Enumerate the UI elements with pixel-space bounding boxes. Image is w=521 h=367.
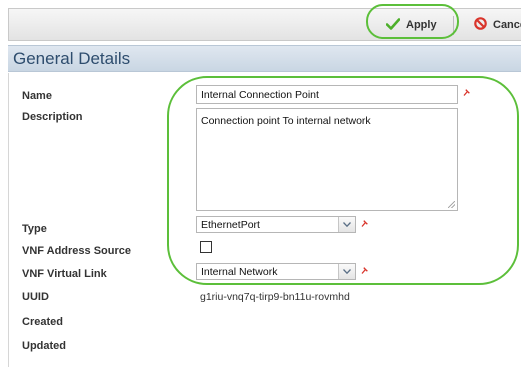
required-pin-icon bbox=[360, 218, 370, 228]
cancel-button[interactable]: Cancel bbox=[465, 14, 521, 36]
section-header: General Details bbox=[8, 45, 521, 72]
apply-button[interactable]: Apply bbox=[377, 14, 446, 36]
type-select[interactable]: EthernetPort bbox=[196, 216, 356, 233]
resize-handle-icon[interactable] bbox=[448, 201, 455, 208]
toolbar-separator bbox=[453, 16, 454, 35]
required-pin-icon bbox=[360, 265, 370, 275]
cancel-label: Cancel bbox=[493, 19, 521, 31]
vnf-virtual-link-label: VNF Virtual Link bbox=[22, 268, 107, 280]
chevron-down-icon[interactable] bbox=[338, 264, 355, 279]
description-label: Description bbox=[22, 111, 83, 123]
vnf-virtual-link-value: Internal Network bbox=[201, 265, 278, 278]
checkmark-icon bbox=[385, 17, 401, 33]
description-value: Connection point To internal network bbox=[201, 115, 371, 127]
name-input[interactable]: Internal Connection Point bbox=[196, 85, 458, 104]
type-value: EthernetPort bbox=[201, 218, 260, 231]
vnf-connection-point-editor: Apply Cancel General Details Name Descri… bbox=[0, 0, 521, 367]
name-value: Internal Connection Point bbox=[201, 88, 319, 101]
cancel-icon bbox=[474, 17, 487, 33]
toolbar: Apply Cancel bbox=[8, 8, 521, 41]
name-label: Name bbox=[22, 90, 52, 102]
created-label: Created bbox=[22, 316, 63, 328]
chevron-down-icon[interactable] bbox=[338, 217, 355, 232]
type-label: Type bbox=[22, 223, 47, 235]
description-textarea[interactable]: Connection point To internal network bbox=[196, 108, 458, 211]
uuid-label: UUID bbox=[22, 291, 49, 303]
required-pin-icon bbox=[462, 87, 472, 97]
uuid-value: g1riu-vnq7q-tirp9-bn11u-rovmhd bbox=[200, 291, 350, 303]
vnf-address-source-label: VNF Address Source bbox=[22, 245, 132, 257]
apply-label: Apply bbox=[406, 19, 437, 31]
vnf-virtual-link-select[interactable]: Internal Network bbox=[196, 263, 356, 280]
section-title: General Details bbox=[13, 48, 131, 68]
vnf-address-source-checkbox[interactable] bbox=[200, 241, 212, 253]
updated-label: Updated bbox=[22, 340, 66, 352]
